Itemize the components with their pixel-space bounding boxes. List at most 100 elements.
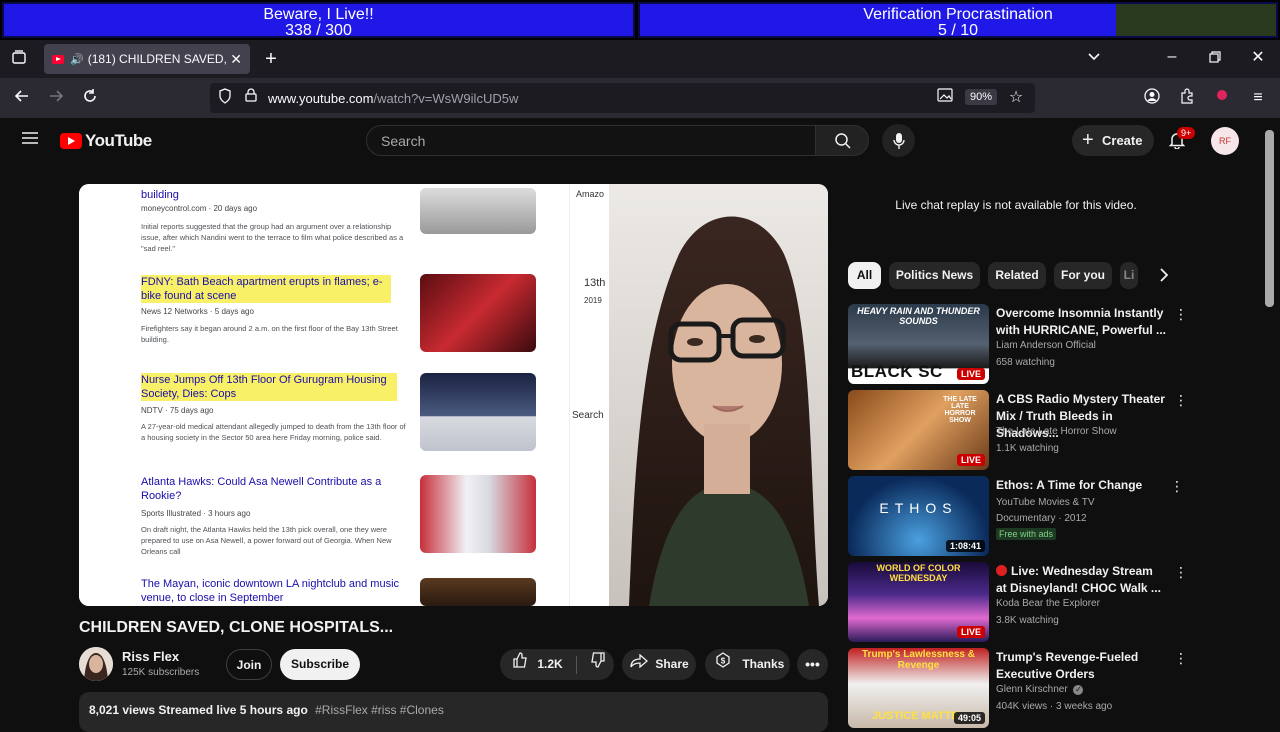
rec-channel[interactable]: Liam Anderson Official (996, 340, 1096, 351)
search-button[interactable] (815, 125, 869, 156)
news-thumbnail (420, 475, 536, 553)
thanks-label: Thanks (742, 657, 785, 671)
active-tab[interactable]: 🔊 (181) CHILDREN SAVED, CL ✕ (44, 44, 250, 74)
hashtags[interactable]: #RissFlex #riss #Clones (315, 703, 444, 717)
video-thumbnail[interactable]: ETHOS 1:08:41 (848, 476, 989, 556)
close-window-icon[interactable]: ✕ (1248, 48, 1268, 68)
extensions-icon[interactable] (1177, 88, 1197, 108)
like-dislike-group: 1.2K (500, 649, 614, 680)
reload-icon[interactable] (80, 88, 100, 108)
video-thumbnail[interactable]: HEAVY RAIN AND THUNDER SOUNDS BLACK SC L… (848, 304, 989, 384)
search-box[interactable] (366, 125, 816, 156)
shield-icon[interactable] (215, 88, 235, 108)
plus-icon: + (1082, 129, 1094, 151)
more-vertical-icon[interactable]: ⋮ (1174, 392, 1188, 409)
verified-check-icon: ✓ (1073, 685, 1084, 695)
more-vertical-icon[interactable]: ⋮ (1174, 564, 1188, 581)
rec-title-text: Live: Wednesday Stream at Disneyland! CH… (996, 564, 1161, 595)
recommended-video[interactable]: WORLD OF COLOR WEDNESDAY LIVE Live: Wedn… (848, 562, 1188, 642)
account-avatar[interactable]: RF (1211, 127, 1239, 155)
rec-title[interactable]: Trump's Revenge-Fueled Executive Orders (996, 649, 1166, 683)
menu-hamburger-icon[interactable]: ≡ (1248, 88, 1268, 108)
recommended-video[interactable]: HEAVY RAIN AND THUNDER SOUNDS BLACK SC L… (848, 304, 1188, 384)
bookmark-star-icon[interactable]: ☆ (1006, 88, 1026, 108)
channel-name[interactable]: Riss Flex (122, 649, 179, 664)
rec-meta: 658 watching (996, 357, 1055, 368)
recommended-video[interactable]: Trump's Lawlessness & Revenge JUSTICE MA… (848, 648, 1188, 728)
goal-bar-beware: Beware, I Live!! 338 / 300 (2, 2, 635, 39)
rec-title[interactable]: Ethos: A Time for Change (996, 477, 1166, 494)
chip-politics-news[interactable]: Politics News (889, 262, 980, 289)
subscribe-button[interactable]: Subscribe (280, 649, 360, 680)
list-tabs-chevron-icon[interactable] (1084, 49, 1104, 69)
thumbs-down-icon[interactable] (590, 649, 606, 680)
search-input[interactable] (367, 126, 815, 155)
account-icon[interactable] (1142, 88, 1162, 108)
join-button[interactable]: Join (226, 649, 272, 680)
back-arrow-icon[interactable] (12, 88, 32, 108)
guide-menu-icon[interactable] (20, 131, 40, 151)
lock-icon[interactable] (241, 88, 261, 108)
zoom-level-button[interactable]: 90% (965, 89, 998, 105)
create-button[interactable]: + Create (1072, 125, 1154, 156)
create-label: Create (1102, 133, 1143, 148)
page-scrollbar[interactable] (1265, 130, 1274, 307)
close-tab-icon[interactable]: ✕ (230, 51, 242, 68)
rec-channel-text: Glenn Kirschner (996, 684, 1068, 695)
forward-arrow-icon[interactable] (46, 88, 66, 108)
news-item-desc: Firefighters say it began around 2 a.m. … (141, 324, 398, 344)
side-panel-text: 2019 (584, 296, 602, 305)
live-badge: LIVE (956, 454, 985, 466)
rec-channel[interactable]: Glenn Kirschner ✓ (996, 684, 1084, 695)
thumbs-up-icon[interactable] (512, 649, 528, 680)
live-dot-icon (996, 565, 1007, 576)
youtube-logo[interactable]: YouTube (60, 131, 152, 151)
chip-for-you[interactable]: For you (1054, 262, 1112, 289)
more-vertical-icon[interactable]: ⋮ (1174, 306, 1188, 323)
rec-channel[interactable]: YouTube Movies & TV (996, 497, 1095, 508)
video-thumbnail[interactable]: Trump's Lawlessness & Revenge JUSTICE MA… (848, 648, 989, 728)
rec-title[interactable]: Overcome Insomnia Instantly with HURRICA… (996, 305, 1166, 339)
restore-icon[interactable] (1205, 49, 1225, 69)
video-player[interactable]: building moneycontrol.com · 20 days ago … (79, 184, 828, 606)
minimize-icon[interactable]: – (1162, 47, 1182, 67)
image-blocked-icon[interactable] (935, 88, 955, 108)
speaker-icon[interactable]: 🔊 (70, 53, 84, 66)
extension-red-icon[interactable] (1212, 88, 1232, 108)
thumbnail-text: WORLD OF COLOR WEDNESDAY (876, 563, 961, 583)
goal-progress: 5 / 10 (937, 22, 979, 39)
channel-avatar[interactable] (79, 647, 113, 681)
more-vertical-icon[interactable]: ⋮ (1170, 478, 1184, 495)
news-thumbnail (420, 274, 536, 352)
video-thumbnail[interactable]: THE LATE LATE HORROR SHOW LIVE (848, 390, 989, 470)
rec-channel[interactable]: Koda Bear the Explorer (996, 598, 1100, 609)
new-tab-icon[interactable]: + (261, 49, 281, 69)
news-thumbnail (420, 578, 536, 606)
address-bar[interactable]: www.youtube.com/watch?v=WsW9ilcUD5w 90% … (210, 83, 1035, 113)
chip-all[interactable]: All (848, 262, 881, 289)
chip-live[interactable]: Li (1120, 262, 1138, 289)
duration-badge: 1:08:41 (945, 540, 985, 552)
tab-groups-icon[interactable] (9, 49, 29, 69)
recommended-video[interactable]: ETHOS 1:08:41 Ethos: A Time for Change Y… (848, 476, 1184, 556)
live-badge: LIVE (956, 626, 985, 638)
more-actions-button[interactable]: ••• (797, 649, 828, 680)
stream-goal-overlay: Beware, I Live!! 338 / 300 Verification … (0, 0, 1280, 40)
thumbnail-text: HEAVY RAIN AND THUNDER SOUNDS (857, 306, 980, 326)
share-button[interactable]: Share (622, 649, 696, 680)
rec-channel[interactable]: The Late Late Horror Show (996, 426, 1117, 437)
news-item-title: Atlanta Hawks: Could Asa Newell Contribu… (141, 476, 382, 502)
news-item-desc: On draft night, the Atlanta Hawks held t… (141, 525, 392, 556)
more-vertical-icon[interactable]: ⋮ (1174, 650, 1188, 667)
rec-title[interactable]: Live: Wednesday Stream at Disneyland! CH… (996, 563, 1166, 597)
like-count[interactable]: 1.2K (537, 657, 562, 671)
chip-related[interactable]: Related (988, 262, 1046, 289)
video-thumbnail[interactable]: WORLD OF COLOR WEDNESDAY LIVE (848, 562, 989, 642)
voice-search-button[interactable] (882, 124, 915, 157)
chips-next-chevron-icon[interactable] (1158, 266, 1170, 289)
recommended-video[interactable]: THE LATE LATE HORROR SHOW LIVE A CBS Rad… (848, 390, 1188, 470)
tab-title: (181) CHILDREN SAVED, CL (87, 52, 227, 66)
description-box[interactable]: 8,021 views Streamed live 5 hours ago #R… (79, 692, 828, 732)
search-icon (835, 133, 851, 149)
thanks-button[interactable]: $ Thanks (705, 649, 790, 680)
